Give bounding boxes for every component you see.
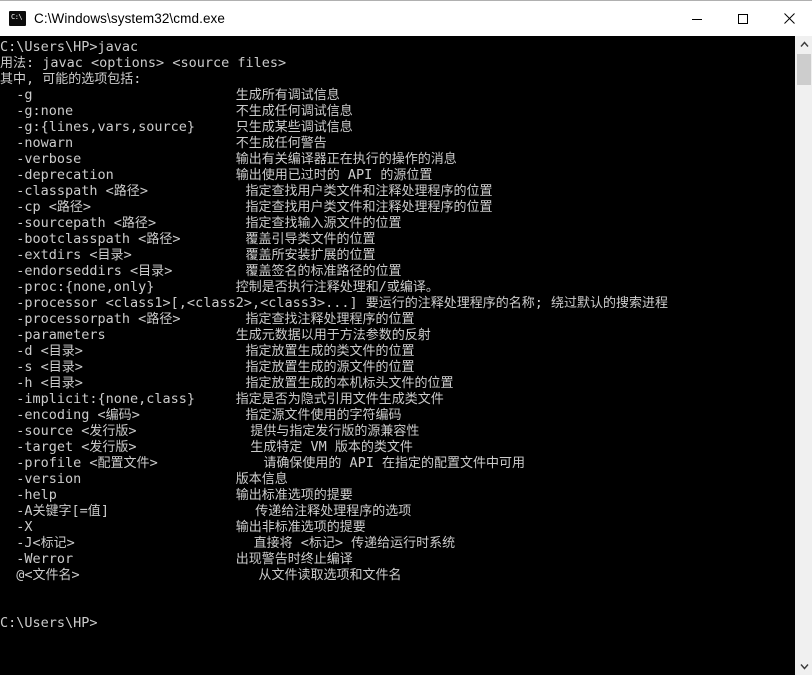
- window-title: C:\Windows\system32\cmd.exe: [34, 11, 226, 26]
- console-line: -processor <class1>[,<class2>,<class3>..…: [0, 295, 669, 311]
- console-line: -extdirs <目录> 覆盖所安装扩展的位置: [0, 247, 376, 263]
- console-line: -endorseddirs <目录> 覆盖签名的标准路径的位置: [0, 263, 402, 279]
- console-line: 用法: javac <options> <source files>: [0, 55, 287, 71]
- maximize-icon: [738, 13, 748, 24]
- console-line: -processorpath <路径> 指定查找注释处理程序的位置: [0, 311, 415, 327]
- scroll-down-button[interactable]: [796, 658, 812, 675]
- title-bar-left: C:\ C:\Windows\system32\cmd.exe: [0, 1, 225, 36]
- scroll-thumb[interactable]: [797, 54, 811, 85]
- console-line: -X 输出非标准选项的提要: [0, 519, 366, 535]
- title-bar[interactable]: C:\ C:\Windows\system32\cmd.exe: [0, 1, 812, 36]
- console-line: -verbose 输出有关编译器正在执行的操作的消息: [0, 151, 457, 167]
- console-line: -Werror 出现警告时终止编译: [0, 551, 353, 567]
- console-line: -deprecation 输出使用已过时的 API 的源位置: [0, 167, 433, 183]
- console-line: -g 生成所有调试信息: [0, 87, 340, 103]
- chevron-up-icon: [799, 41, 809, 47]
- console-line: -parameters 生成元数据以用于方法参数的反射: [0, 327, 431, 343]
- minimize-button[interactable]: [674, 1, 720, 36]
- console-line: -g:none 不生成任何调试信息: [0, 103, 353, 119]
- window-controls: [674, 1, 812, 36]
- console-output[interactable]: C:\Users\HP>javac 用法: javac <options> <so…: [0, 36, 795, 675]
- close-icon: [783, 13, 795, 24]
- console-line: -h <目录> 指定放置生成的本机标头文件的位置: [0, 375, 454, 391]
- console-line: -source <发行版> 提供与指定发行版的源兼容性: [0, 423, 420, 439]
- console-line: -encoding <编码> 指定源文件使用的字符编码: [0, 407, 402, 423]
- console-line: C:\Users\HP>: [0, 615, 98, 631]
- scroll-track[interactable]: [796, 53, 812, 658]
- close-button[interactable]: [766, 1, 812, 36]
- console-line: -target <发行版> 生成特定 VM 版本的类文件: [0, 439, 413, 455]
- console-line: -bootclasspath <路径> 覆盖引导类文件的位置: [0, 231, 376, 247]
- console-line: -cp <路径> 指定查找用户类文件和注释处理程序的位置: [0, 199, 493, 215]
- console-line: @<文件名> 从文件读取选项和文件名: [0, 567, 402, 583]
- vertical-scrollbar[interactable]: [795, 36, 812, 675]
- cmd-icon: C:\: [9, 11, 26, 26]
- console-line: -classpath <路径> 指定查找用户类文件和注释处理程序的位置: [0, 183, 493, 199]
- console-line: -version 版本信息: [0, 471, 288, 487]
- cmd-window: C:\ C:\Windows\system32\cmd.exe C:\Users…: [0, 0, 812, 675]
- minimize-icon: [692, 18, 702, 20]
- console-line: -profile <配置文件> 请确保使用的 API 在指定的配置文件中可用: [0, 455, 526, 471]
- console-line: -g:{lines,vars,source} 只生成某些调试信息: [0, 119, 353, 135]
- console-line: -implicit:{none,class} 指定是否为隐式引用文件生成类文件: [0, 391, 444, 407]
- chevron-down-icon: [799, 664, 809, 670]
- console-line: -nowarn 不生成任何警告: [0, 135, 327, 151]
- scroll-up-button[interactable]: [796, 36, 812, 53]
- console-line: -help 输出标准选项的提要: [0, 487, 353, 503]
- console-line: -J<标记> 直接将 <标记> 传递给运行时系统: [0, 535, 456, 551]
- console-line: -s <目录> 指定放置生成的源文件的位置: [0, 359, 415, 375]
- console-line: C:\Users\HP>javac: [0, 39, 139, 55]
- console-line: -proc:{none,only} 控制是否执行注释处理和/或编译。: [0, 279, 439, 295]
- console-line: -sourcepath <路径> 指定查找输入源文件的位置: [0, 215, 402, 231]
- console-line: 其中, 可能的选项包括:: [0, 71, 142, 87]
- maximize-button[interactable]: [720, 1, 766, 36]
- console-line: -A关键字[=值] 传递给注释处理程序的选项: [0, 503, 412, 519]
- console-area: C:\Users\HP>javac 用法: javac <options> <so…: [0, 36, 812, 675]
- console-line: -d <目录> 指定放置生成的类文件的位置: [0, 343, 415, 359]
- cmd-icon-glyph: C:\: [11, 13, 23, 21]
